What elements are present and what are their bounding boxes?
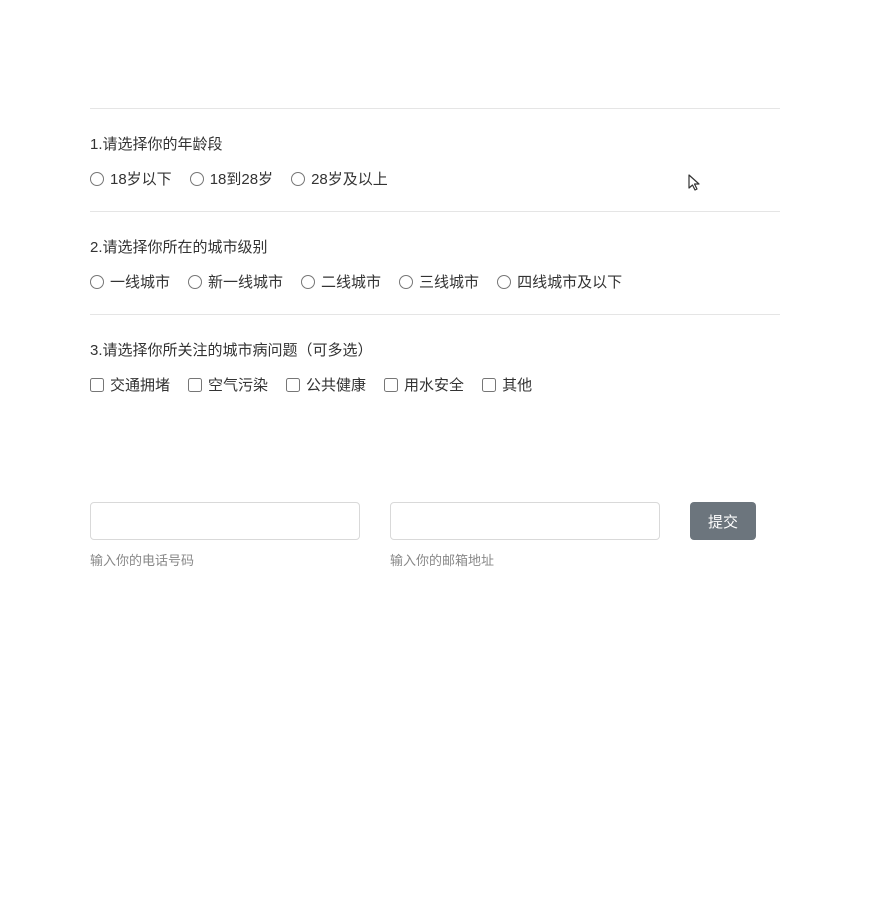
question-3-label: 3.请选择你所关注的城市病问题（可多选） (90, 339, 780, 360)
option-age-over28[interactable]: 28岁及以上 (291, 168, 388, 189)
contact-row: 输入你的电话号码 输入你的邮箱地址 提交 (90, 502, 780, 569)
option-label: 空气污染 (208, 374, 268, 395)
phone-group: 输入你的电话号码 (90, 502, 360, 569)
phone-input[interactable] (90, 502, 360, 540)
radio-age-over28[interactable] (291, 172, 305, 186)
option-issue-health[interactable]: 公共健康 (286, 374, 366, 395)
question-1: 1.请选择你的年龄段 18岁以下 18到28岁 28岁及以上 (90, 109, 780, 211)
option-city-tier2[interactable]: 二线城市 (301, 271, 381, 292)
question-2: 2.请选择你所在的城市级别 一线城市 新一线城市 二线城市 三线城市 四线城市及… (90, 212, 780, 314)
email-helper: 输入你的邮箱地址 (390, 550, 660, 569)
question-1-options: 18岁以下 18到28岁 28岁及以上 (90, 168, 780, 189)
checkbox-issue-traffic[interactable] (90, 378, 104, 392)
option-label: 交通拥堵 (110, 374, 170, 395)
phone-helper: 输入你的电话号码 (90, 550, 360, 569)
option-label: 18岁以下 (110, 168, 172, 189)
radio-city-tier3[interactable] (399, 275, 413, 289)
option-issue-other[interactable]: 其他 (482, 374, 532, 395)
option-city-tier1[interactable]: 一线城市 (90, 271, 170, 292)
radio-city-tier1[interactable] (90, 275, 104, 289)
option-city-tier3[interactable]: 三线城市 (399, 271, 479, 292)
radio-city-tier2[interactable] (301, 275, 315, 289)
question-2-label: 2.请选择你所在的城市级别 (90, 236, 780, 257)
question-3: 3.请选择你所关注的城市病问题（可多选） 交通拥堵 空气污染 公共健康 用水安全… (90, 315, 780, 417)
email-group: 输入你的邮箱地址 (390, 502, 660, 569)
radio-age-under18[interactable] (90, 172, 104, 186)
option-city-newtier1[interactable]: 新一线城市 (188, 271, 283, 292)
email-input[interactable] (390, 502, 660, 540)
option-label: 一线城市 (110, 271, 170, 292)
checkbox-issue-water[interactable] (384, 378, 398, 392)
question-3-options: 交通拥堵 空气污染 公共健康 用水安全 其他 (90, 374, 780, 395)
option-issue-water[interactable]: 用水安全 (384, 374, 464, 395)
checkbox-issue-air[interactable] (188, 378, 202, 392)
option-issue-air[interactable]: 空气污染 (188, 374, 268, 395)
option-label: 其他 (502, 374, 532, 395)
option-label: 二线城市 (321, 271, 381, 292)
option-issue-traffic[interactable]: 交通拥堵 (90, 374, 170, 395)
radio-city-tier4plus[interactable] (497, 275, 511, 289)
option-label: 18到28岁 (210, 168, 273, 189)
option-label: 新一线城市 (208, 271, 283, 292)
option-label: 四线城市及以下 (517, 271, 622, 292)
option-label: 公共健康 (306, 374, 366, 395)
question-1-label: 1.请选择你的年龄段 (90, 133, 780, 154)
option-label: 28岁及以上 (311, 168, 388, 189)
question-2-options: 一线城市 新一线城市 二线城市 三线城市 四线城市及以下 (90, 271, 780, 292)
radio-age-18to28[interactable] (190, 172, 204, 186)
option-city-tier4plus[interactable]: 四线城市及以下 (497, 271, 622, 292)
checkbox-issue-health[interactable] (286, 378, 300, 392)
submit-button[interactable]: 提交 (690, 502, 756, 540)
option-label: 三线城市 (419, 271, 479, 292)
option-age-18to28[interactable]: 18到28岁 (190, 168, 273, 189)
radio-city-newtier1[interactable] (188, 275, 202, 289)
checkbox-issue-other[interactable] (482, 378, 496, 392)
option-label: 用水安全 (404, 374, 464, 395)
option-age-under18[interactable]: 18岁以下 (90, 168, 172, 189)
